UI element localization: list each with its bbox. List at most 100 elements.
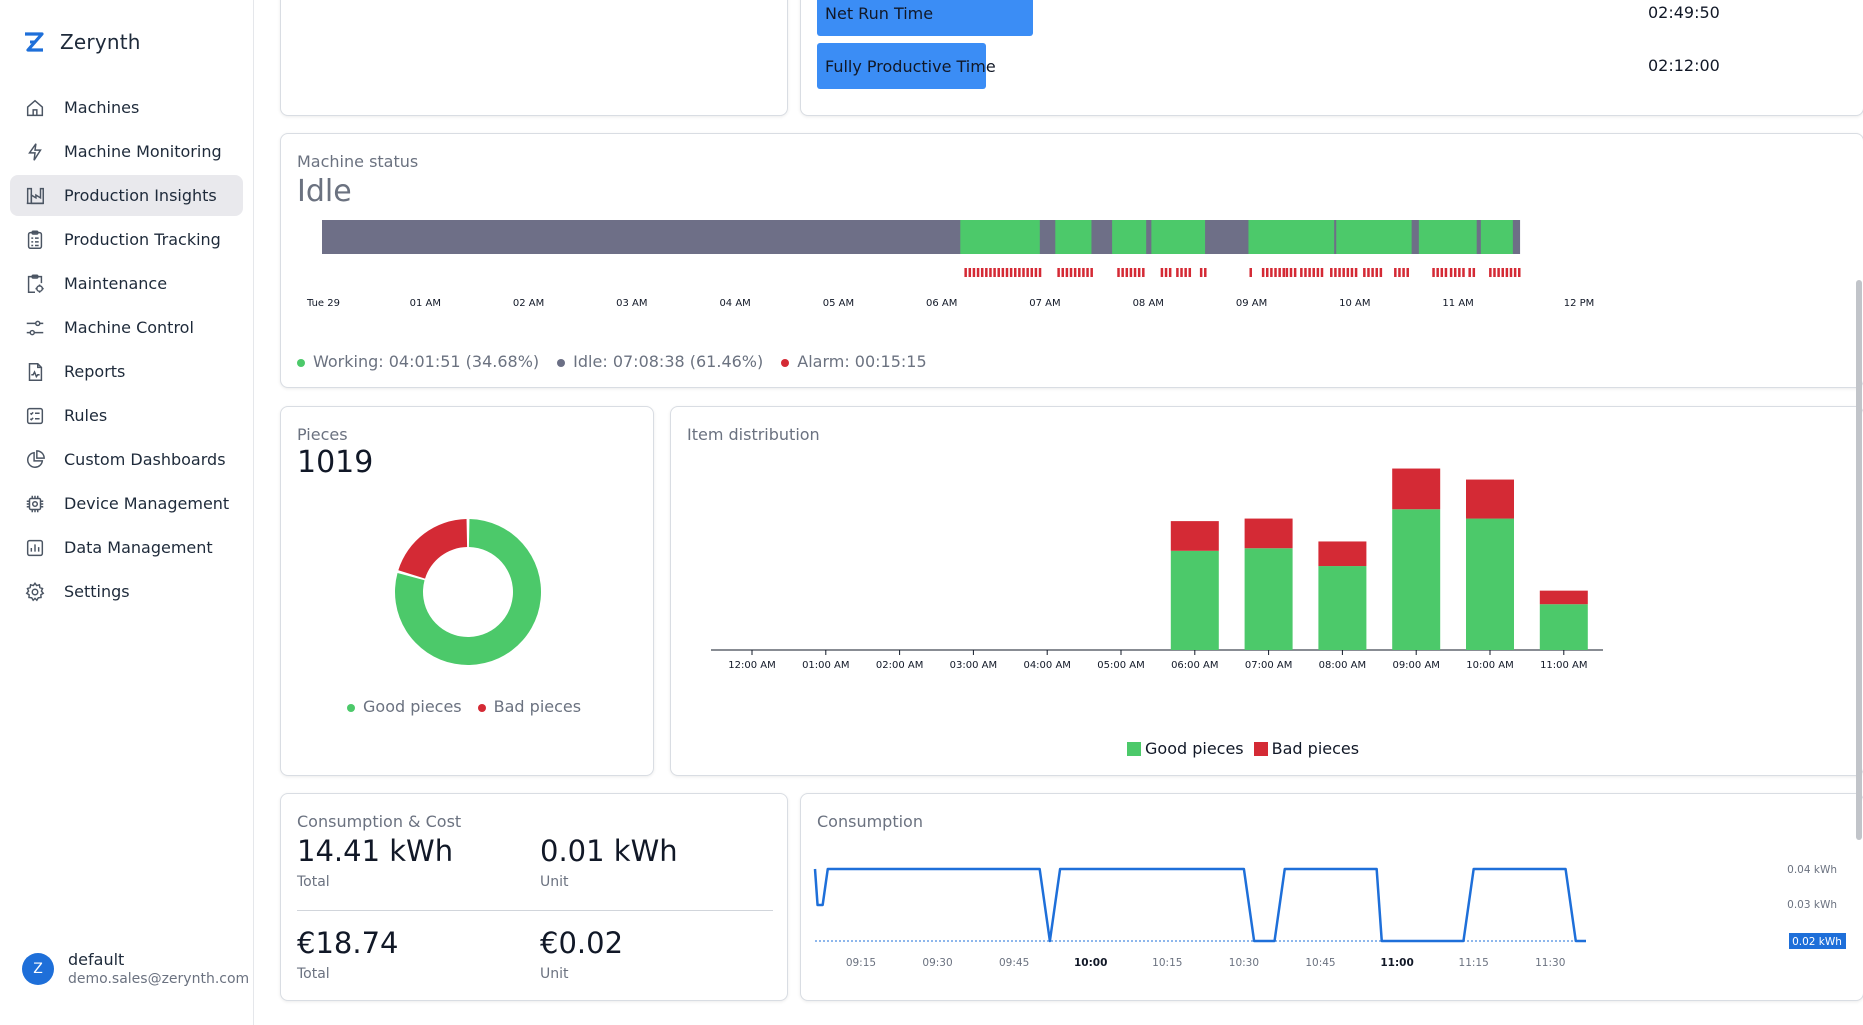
working-segment	[1151, 220, 1206, 254]
fully-productive-time-value: 02:12:00	[1648, 56, 1720, 75]
alarm-tick	[1312, 268, 1315, 277]
sidebar-item-production-tracking[interactable]: Production Tracking	[10, 219, 243, 260]
alarm-tick	[1069, 268, 1073, 277]
timeline-tick-label: 01 AM	[410, 298, 441, 309]
sidebar-item-machines[interactable]: Machines	[10, 87, 243, 128]
consumption-cost-card: Consumption & Cost 14.41 kWh Total 0.01 …	[280, 793, 788, 1001]
user-email: demo.sales@zerynth.com	[68, 971, 250, 987]
sidebar-item-machine-monitoring[interactable]: Machine Monitoring	[10, 131, 243, 172]
donut-slice-bad	[398, 519, 468, 579]
alarm-tick	[1334, 268, 1337, 277]
alarm-tick	[1505, 268, 1509, 277]
alarm-tick	[1449, 268, 1453, 277]
legend-bad-pieces: Bad pieces	[477, 697, 581, 716]
alarm-tick	[1125, 268, 1129, 277]
user-menu[interactable]: Z default demo.sales@zerynth.com	[22, 950, 249, 987]
item-distribution-chart[interactable]: 12:00 AM 01:00 AM 02:00 AM 03:00 AM 04:00 AM…	[671, 447, 1851, 767]
timeline-tick-label: Tue 29	[306, 298, 340, 309]
x-tick-label: 03:00 AM	[950, 660, 997, 671]
consumption-line-chart[interactable]: 09:15 09:30 09:45 10:00 10:15 10:30 10:45 11:00…	[801, 842, 1851, 992]
sidebar-item-machine-control[interactable]: Machine Control	[10, 307, 243, 348]
legend-good-label: Good pieces	[363, 697, 462, 716]
legend-idle-label: Idle: 07:08:38 (61.46%)	[573, 352, 764, 371]
x-tick-label: 10:00	[1074, 957, 1107, 969]
main-content: Net Run Time 02:49:50 Fully Productive T…	[254, 0, 1863, 1025]
cost-total-value: €18.74	[297, 926, 399, 960]
alarm-tick	[1270, 268, 1273, 277]
timeline-tick-label: 12 PM	[1564, 298, 1595, 309]
pie-icon	[24, 449, 46, 471]
energy-unit-value: 0.01 kWh	[540, 834, 678, 868]
alarm-tick	[1038, 268, 1042, 277]
bar-good	[1170, 550, 1219, 650]
alarm-tick	[1367, 268, 1370, 277]
sidebar-item-data-management[interactable]: Data Management	[10, 527, 243, 568]
net-run-time-value: 02:49:50	[1648, 3, 1720, 22]
sidebar-item-production-insights[interactable]: Production Insights	[10, 175, 243, 216]
alarm-tick	[1501, 268, 1504, 277]
legend-idle: Idle: 07:08:38 (61.46%)	[557, 352, 763, 371]
clipboard-gear-icon	[24, 273, 46, 295]
x-tick-label: 11:00 AM	[1540, 660, 1587, 671]
sidebar-item-settings[interactable]: Settings	[10, 571, 243, 612]
alarm-tick	[1458, 268, 1461, 277]
alarm-tick	[1350, 268, 1354, 277]
alarm-tick	[1304, 268, 1307, 277]
sidebar-item-maintenance[interactable]: Maintenance	[10, 263, 243, 304]
rules-icon	[24, 405, 46, 427]
legend-bad-label: Bad pieces	[1271, 739, 1360, 758]
machine-status-value: Idle	[297, 174, 352, 209]
alarm-tick	[1398, 268, 1401, 277]
alarm-tick	[964, 268, 967, 277]
page-scrollbar[interactable]	[1856, 280, 1862, 840]
distribution-legend: Good pieces Bad pieces	[1127, 739, 1359, 758]
x-tick-label: 10:45	[1305, 957, 1335, 969]
x-tick-label: 10:30	[1229, 957, 1259, 969]
sidebar-item-label: Custom Dashboards	[64, 450, 226, 469]
alarm-tick	[1444, 268, 1448, 277]
sidebar: Zerynth Machines Machine Monitoring Prod…	[0, 0, 254, 1025]
pieces-donut-chart[interactable]	[368, 492, 568, 692]
x-tick-label: 09:00 AM	[1392, 660, 1439, 671]
x-tick-label: 10:00 AM	[1466, 660, 1513, 671]
cost-total-label: Total	[297, 966, 330, 982]
pieces-card: Pieces 1019 Good pieces Bad pieces	[280, 406, 654, 776]
alarm-tick	[1129, 268, 1133, 277]
sidebar-item-reports[interactable]: Reports	[10, 351, 243, 392]
consumption-card: Consumption 09:15 09:30 09:45 10:00 10:15 10:…	[800, 793, 1863, 1001]
bar-good	[1539, 604, 1588, 650]
sidebar-item-custom-dashboards[interactable]: Custom Dashboards	[10, 439, 243, 480]
alarm-tick	[1249, 268, 1252, 277]
sidebar-item-label: Settings	[64, 582, 130, 601]
x-tick-label: 11:15	[1459, 957, 1489, 969]
bar-good	[1466, 518, 1514, 650]
alarm-tick	[1371, 268, 1374, 277]
brand[interactable]: Zerynth	[22, 30, 141, 54]
machine-status-timeline[interactable]: Tue 29 01 AM 02 AM 03 AM 04 AM 05 AM 06 AM 07 A…	[291, 220, 1851, 340]
alarm-tick	[1001, 268, 1005, 277]
working-segment	[1112, 220, 1147, 254]
alarm-tick	[1453, 268, 1457, 277]
alarm-tick	[1316, 268, 1320, 277]
avatar[interactable]: Z	[22, 952, 54, 985]
energy-unit-label: Unit	[540, 874, 569, 890]
consumption-line	[813, 867, 1586, 943]
sidebar-item-label: Machine Monitoring	[64, 142, 222, 161]
x-tick-label: 09:30	[922, 957, 952, 969]
alarm-tick	[1300, 268, 1303, 277]
legend-bad-pieces: Bad pieces	[1253, 739, 1360, 758]
x-tick-label: 05:00 AM	[1097, 660, 1144, 671]
alarm-tick	[1330, 268, 1333, 277]
legend-working-label: Working: 04:01:51 (34.68%)	[313, 352, 540, 371]
timeline-tick-label: 04 AM	[719, 298, 750, 309]
alarm-tick	[1188, 268, 1192, 277]
summary-card	[280, 0, 788, 116]
x-tick-label: 12:00 AM	[728, 660, 775, 671]
times-card: Net Run Time 02:49:50 Fully Productive T…	[800, 0, 1863, 116]
sidebar-item-rules[interactable]: Rules	[10, 395, 243, 436]
current-value-label: 0.02 kWh	[1792, 936, 1842, 948]
sidebar-item-label: Maintenance	[64, 274, 168, 293]
timeline-tick-label: 08 AM	[1133, 298, 1164, 309]
alarm-tick	[1285, 268, 1289, 277]
sidebar-item-device-management[interactable]: Device Management	[10, 483, 243, 524]
